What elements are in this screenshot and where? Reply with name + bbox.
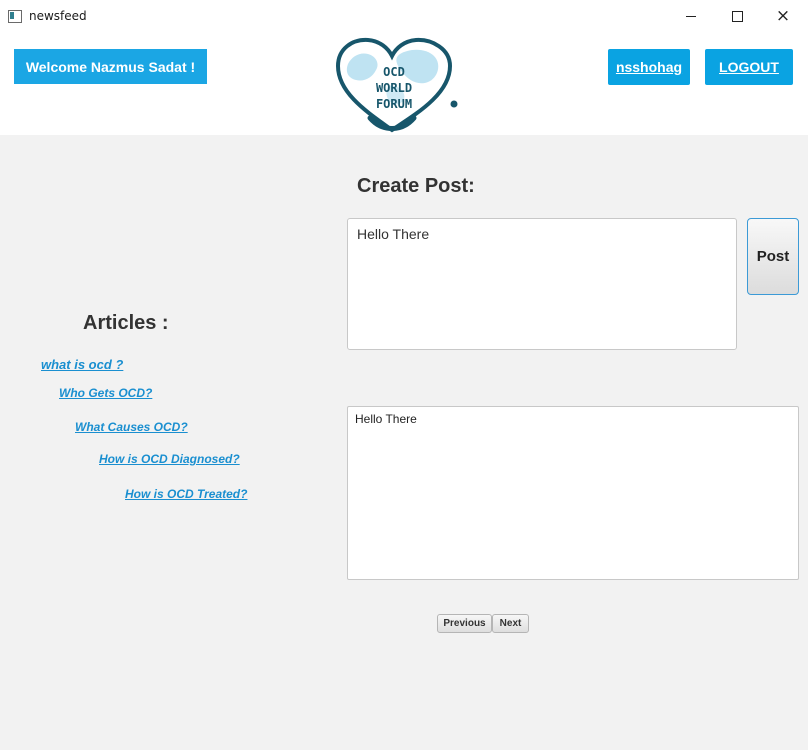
window-title: newsfeed — [29, 9, 87, 23]
welcome-label: Welcome Nazmus Sadat ! — [14, 49, 207, 84]
previous-button[interactable]: Previous — [437, 614, 492, 633]
article-link-what-causes-ocd[interactable]: What Causes OCD? — [75, 420, 188, 434]
title-bar: newsfeed × — [0, 0, 808, 33]
article-link-ocd-treated[interactable]: How is OCD Treated? — [125, 487, 247, 501]
article-link-ocd-diagnosed[interactable]: How is OCD Diagnosed? — [99, 452, 240, 466]
minimize-icon — [686, 16, 696, 17]
create-post-title: Create Post: — [357, 175, 475, 197]
username-button[interactable]: nsshohag — [608, 49, 690, 85]
maximize-button[interactable] — [714, 0, 760, 33]
post-button[interactable]: Post — [747, 218, 799, 295]
logo-line-3: FORUM — [376, 97, 412, 111]
close-icon: × — [775, 6, 791, 26]
articles-title: Articles : — [83, 312, 169, 334]
logout-button[interactable]: LOGOUT — [705, 49, 793, 85]
logo-line-2: WORLD — [376, 81, 412, 95]
article-link-what-is-ocd[interactable]: what is ocd ? — [41, 357, 123, 372]
ocd-world-forum-logo: OCD WORLD FORUM — [335, 37, 458, 133]
app-icon — [8, 10, 22, 23]
minimize-button[interactable] — [668, 0, 714, 33]
close-button[interactable]: × — [760, 0, 806, 33]
article-link-who-gets-ocd[interactable]: Who Gets OCD? — [59, 386, 152, 400]
logo-line-1: OCD — [383, 65, 405, 79]
next-button[interactable]: Next — [492, 614, 529, 633]
maximize-icon — [731, 11, 743, 22]
post-input[interactable]: Hello There — [347, 218, 737, 350]
news-feed-area[interactable]: Hello There — [347, 406, 799, 580]
